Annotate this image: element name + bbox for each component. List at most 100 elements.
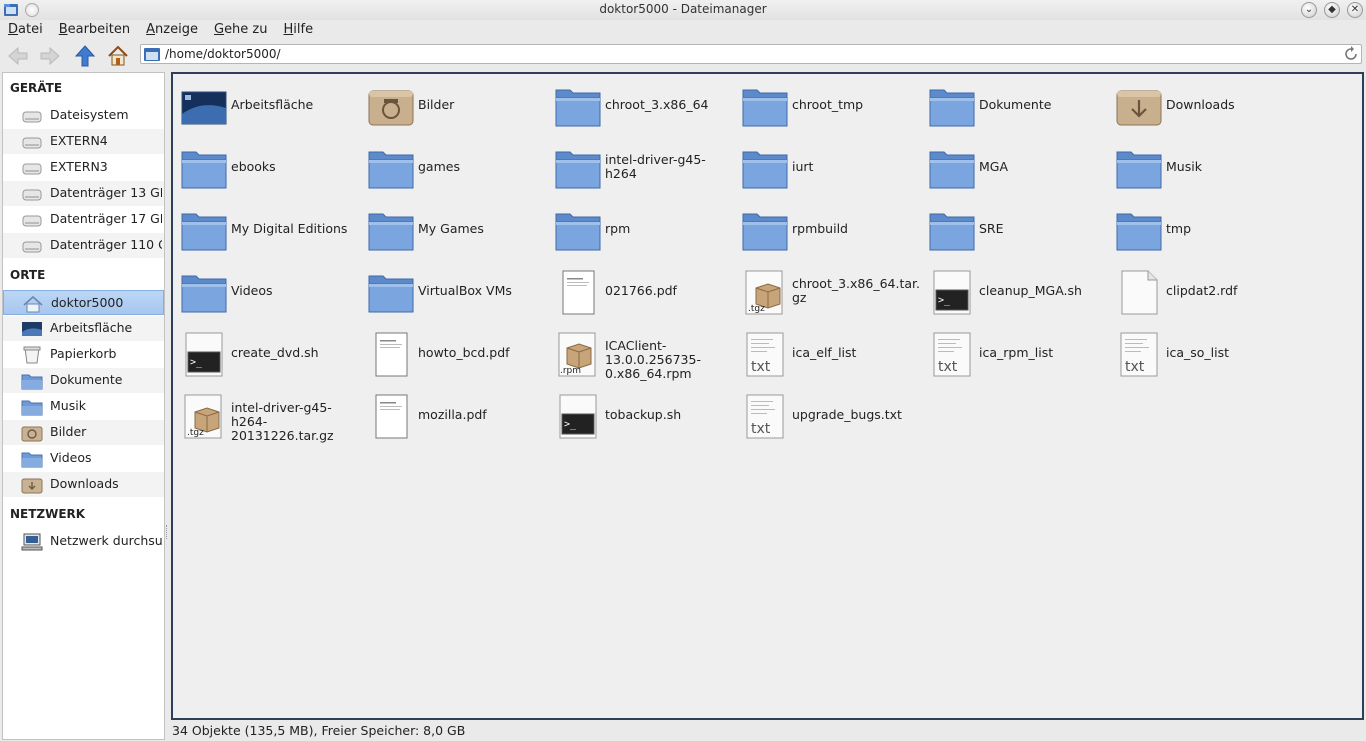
sidebar-item-musik[interactable]: Musik <box>3 394 164 419</box>
sidebar-item-dateisystem[interactable]: Dateisystem <box>3 103 164 128</box>
file-item[interactable]: clipdat2.rdf <box>1108 260 1295 320</box>
file-item[interactable]: My Digital Editions <box>173 198 360 258</box>
file-name: ica_so_list <box>1166 345 1230 360</box>
file-item[interactable]: .tgz intel-driver-g45-h264-20131226.tar.g… <box>173 384 360 444</box>
file-item[interactable]: Bilder <box>360 74 547 134</box>
home-icon[interactable] <box>106 44 130 68</box>
sidebar-item-datenträger-110-gb[interactable]: Datenträger 110 GB <box>3 233 164 258</box>
sidebar-item-downloads[interactable]: Downloads <box>3 472 164 497</box>
file-item[interactable]: Videos <box>173 260 360 320</box>
sidebar-item-extern3[interactable]: EXTERN3 <box>3 155 164 180</box>
file-name: ica_elf_list <box>792 345 857 360</box>
file-item[interactable]: txt ica_so_list <box>1108 322 1295 382</box>
file-name: Dokumente <box>979 97 1052 112</box>
folder-home-icon <box>144 48 160 61</box>
file-name: ICAClient-13.0.0.256735-0.x86_64.rpm <box>605 338 701 381</box>
file-item[interactable]: rpm <box>547 198 734 258</box>
file-item[interactable]: Musik <box>1108 136 1295 196</box>
sidebar-item-arbeitsfläche[interactable]: Arbeitsfläche <box>3 316 164 341</box>
sidebar-item-dokumente[interactable]: Dokumente <box>3 368 164 393</box>
file-name: iurt <box>792 159 814 174</box>
file-name: games <box>418 159 460 174</box>
blank-icon <box>1121 270 1158 315</box>
file-item[interactable]: MGA <box>921 136 1108 196</box>
sidebar-item-label: doktor5000 <box>51 295 124 310</box>
folder-icon <box>21 374 43 390</box>
file-item[interactable]: tmp <box>1108 198 1295 258</box>
sidebar-item-netzwerk-durchsuchen[interactable]: Netzwerk durchsuchen <box>3 529 164 554</box>
forward-arrow-icon[interactable] <box>38 44 62 68</box>
sidebar-item-doktor5000[interactable]: doktor5000 <box>3 290 164 315</box>
close-button[interactable]: ✕ <box>1347 2 1363 18</box>
file-item[interactable]: txt ica_elf_list <box>734 322 921 382</box>
file-item[interactable]: VirtualBox VMs <box>360 260 547 320</box>
file-name: tobackup.sh <box>605 407 682 422</box>
places-header: ORTE <box>10 268 46 282</box>
file-item[interactable]: 021766.pdf <box>547 260 734 320</box>
file-item[interactable]: Dokumente <box>921 74 1108 134</box>
txt-icon: txt <box>746 394 784 439</box>
file-item[interactable]: mozilla.pdf <box>360 384 547 444</box>
menu-bar: Datei Bearbeiten Anzeige Gehe zu Hilfe <box>0 20 1366 40</box>
file-item[interactable]: >_ create_dvd.sh <box>173 322 360 382</box>
file-item[interactable]: howto_bcd.pdf <box>360 322 547 382</box>
file-item[interactable]: txt ica_rpm_list <box>921 322 1108 382</box>
pane-splitter[interactable] <box>166 525 169 539</box>
sidebar-item-label: Netzwerk durchsuchen <box>50 533 162 548</box>
file-item[interactable]: My Games <box>360 198 547 258</box>
folder-icon <box>181 213 227 251</box>
maximize-button[interactable]: ◆ <box>1324 2 1340 18</box>
menu-hilfe[interactable]: Hilfe <box>276 20 322 40</box>
menu-anzeige[interactable]: Anzeige <box>138 20 206 40</box>
devices-header: GERÄTE <box>10 81 63 95</box>
folder-icon <box>1116 213 1162 251</box>
drive-icon <box>22 137 42 149</box>
menu-bearbeiten[interactable]: Bearbeiten <box>51 20 138 40</box>
title-bar[interactable]: doktor5000 - Dateimanager ⌄ ◆ ✕ <box>0 0 1366 20</box>
file-item[interactable]: ebooks <box>173 136 360 196</box>
file-item[interactable]: games <box>360 136 547 196</box>
pictures-icon <box>368 90 414 126</box>
file-item[interactable]: txt upgrade_bugs.txt <box>734 384 921 444</box>
file-item[interactable]: Arbeitsfläche <box>173 74 360 134</box>
file-name: rpm <box>605 221 631 236</box>
folder-icon <box>21 452 43 468</box>
sidebar-item-label: Videos <box>50 450 92 465</box>
file-item[interactable]: >_ cleanup_MGA.sh <box>921 260 1108 320</box>
file-item[interactable]: >_ tobackup.sh <box>547 384 734 444</box>
file-name: rpmbuild <box>792 221 848 236</box>
sidebar-item-datenträger-13-gb[interactable]: Datenträger 13 GB <box>3 181 164 206</box>
file-view[interactable]: Arbeitsfläche Bilder chroot_3.x86_64 chroot… <box>171 72 1364 720</box>
file-item[interactable]: iurt <box>734 136 921 196</box>
file-name: ebooks <box>231 159 276 174</box>
file-item[interactable]: .tgz chroot_3.x86_64.tar.gz <box>734 260 921 320</box>
file-item[interactable]: chroot_3.x86_64 <box>547 74 734 134</box>
minimize-button[interactable]: ⌄ <box>1301 2 1317 18</box>
sidebar-item-papierkorb[interactable]: Papierkorb <box>3 342 164 367</box>
txt-icon: txt <box>933 332 971 377</box>
file-item[interactable]: rpmbuild <box>734 198 921 258</box>
location-path[interactable]: /home/doktor5000/ <box>165 47 281 61</box>
file-item[interactable]: SRE <box>921 198 1108 258</box>
reload-icon[interactable] <box>1343 46 1359 62</box>
file-name: tmp <box>1166 221 1192 236</box>
sidebar-item-datenträger-17-gb[interactable]: Datenträger 17 GB <box>3 207 164 232</box>
sidebar-item-extern4[interactable]: EXTERN4 <box>3 129 164 154</box>
sidebar-item-bilder[interactable]: Bilder <box>3 420 164 445</box>
desktop-icon <box>22 322 42 336</box>
menu-gehe-zu[interactable]: Gehe zu <box>206 20 276 40</box>
file-name: SRE <box>979 221 1004 236</box>
drive-icon <box>22 189 42 201</box>
file-item[interactable]: Downloads <box>1108 74 1295 134</box>
menu-datei[interactable]: Datei <box>0 20 51 40</box>
sidebar-item-videos[interactable]: Videos <box>3 446 164 471</box>
up-arrow-icon[interactable] <box>73 44 97 68</box>
file-name: chroot_tmp <box>792 97 864 112</box>
file-item[interactable]: chroot_tmp <box>734 74 921 134</box>
back-arrow-icon[interactable] <box>6 44 30 68</box>
sidebar: GERÄTE ORTE NETZWERK Dateisystem EXTERN4 E… <box>2 72 165 740</box>
file-item[interactable]: .rpm ICAClient-13.0.0.256735-0.x86_64.rpm <box>547 322 734 382</box>
location-bar[interactable]: /home/doktor5000/ <box>140 44 1362 64</box>
file-item[interactable]: intel-driver-g45-h264 <box>547 136 734 196</box>
file-name: ica_rpm_list <box>979 345 1054 360</box>
